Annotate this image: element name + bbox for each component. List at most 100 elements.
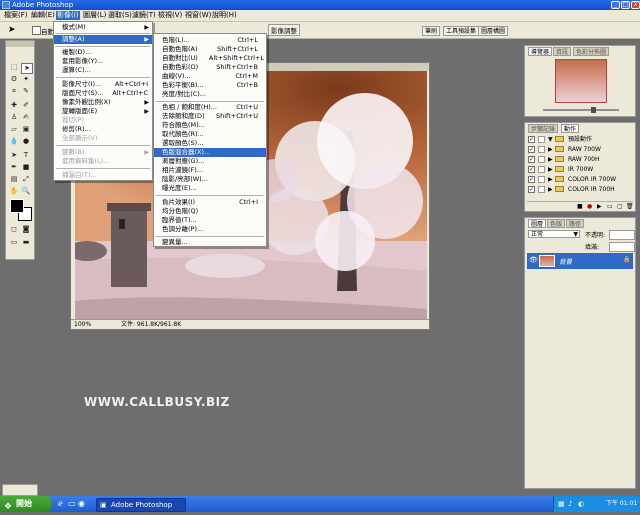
zoom-level[interactable]: 100% bbox=[74, 320, 91, 329]
menu-item-apply-data-set[interactable]: 套用資料集(L)... bbox=[54, 157, 152, 166]
menu-item-auto-contrast[interactable]: 自動對比(U) Alt+Shift+Ctrl+L bbox=[154, 54, 266, 63]
navigator-thumbnail[interactable] bbox=[555, 59, 607, 103]
action-raw-700w[interactable]: ✓ ▶ RAW 700W bbox=[528, 145, 628, 154]
menu-item-curves[interactable]: 曲線(V)... Ctrl+M bbox=[154, 72, 266, 81]
action-color-ir-700h[interactable]: ✓ ▶ COLOR IR 700H bbox=[528, 185, 628, 194]
menu-item-reveal-all[interactable]: 全部顯示(V) bbox=[54, 134, 152, 143]
quicklaunch-ie-icon[interactable]: ℯ bbox=[58, 499, 63, 508]
quicklaunch-media-icon[interactable]: ◉ bbox=[78, 499, 85, 508]
zoom-tool-icon[interactable]: 🔍 bbox=[21, 187, 31, 196]
menu-item-levels[interactable]: 色階(L)... Ctrl+L bbox=[154, 36, 266, 45]
menu-item-pixel-aspect[interactable]: 像素外觀比例(X) ▶ bbox=[54, 98, 152, 107]
marquee-tool-icon[interactable]: ⬚ bbox=[9, 63, 19, 72]
clock[interactable]: 下午 01:01 bbox=[606, 496, 637, 512]
menu-item-canvas-size[interactable]: 版面尺寸(S)... Alt+Ctrl+C bbox=[54, 89, 152, 98]
menu-item-match-color[interactable]: 符合顏色(M)... bbox=[154, 121, 266, 130]
lasso-tool-icon[interactable]: ʘ bbox=[9, 75, 19, 84]
record-icon[interactable]: ● bbox=[587, 203, 592, 210]
menu-item-exposure[interactable]: 曝光度(E)... bbox=[154, 184, 266, 193]
tray-network-icon[interactable]: ▦ bbox=[558, 496, 565, 512]
zoom-slider[interactable] bbox=[533, 107, 629, 113]
play-icon[interactable]: ▶ bbox=[597, 203, 602, 210]
screen-mode-icon[interactable]: ▭ bbox=[9, 238, 19, 247]
menu-item-color-balance[interactable]: 色彩平衡(B)... Ctrl+B bbox=[154, 81, 266, 90]
taskbar-item-photoshop[interactable]: ▣ Adobe Photoshop bbox=[96, 498, 186, 512]
menu-item-brightness-contrast[interactable]: 亮度/對比(C)... bbox=[154, 90, 266, 99]
shape-tool-icon[interactable]: ■ bbox=[21, 163, 31, 172]
menu-item-channel-mixer[interactable]: 色版混合器(X)... bbox=[154, 148, 266, 157]
stop-icon[interactable]: ■ bbox=[577, 203, 583, 210]
menu-select[interactable]: 選取(S) bbox=[107, 11, 133, 20]
menu-window[interactable]: 視窗(W) bbox=[184, 11, 212, 20]
close-button[interactable]: x bbox=[631, 1, 640, 9]
menu-item-auto-levels[interactable]: 自動色階(A) Shift+Ctrl+L bbox=[154, 45, 266, 54]
menu-item-duplicate[interactable]: 複製(D)... bbox=[54, 48, 152, 57]
action-color-ir-700w[interactable]: ✓ ▶ COLOR IR 700W bbox=[528, 175, 628, 184]
tab-info[interactable]: 資訊 bbox=[553, 47, 572, 56]
hand-tool-icon[interactable]: ✋ bbox=[9, 187, 19, 196]
auto-select-checkbox[interactable] bbox=[32, 26, 41, 35]
menu-edit[interactable]: 編輯(E) bbox=[30, 11, 56, 20]
standard-mode-icon[interactable]: ◻ bbox=[9, 225, 19, 234]
clone-stamp-tool-icon[interactable]: ♙ bbox=[9, 113, 19, 122]
pen-tool-icon[interactable]: ✒ bbox=[9, 163, 19, 172]
menu-item-trim[interactable]: 修剪(R)... bbox=[54, 125, 152, 134]
action-ir-700w[interactable]: ✓ ▶ IR 700W bbox=[528, 165, 628, 174]
notes-tool-icon[interactable]: ▤ bbox=[9, 175, 19, 184]
healing-brush-tool-icon[interactable]: ✚ bbox=[9, 101, 19, 110]
dodge-tool-icon[interactable]: ● bbox=[21, 137, 31, 146]
tab-tool-presets[interactable]: 工具預設集 bbox=[443, 26, 480, 36]
tab-navigator[interactable]: 導覽器 bbox=[528, 47, 553, 56]
menu-item-invert[interactable]: 負片效果(I) Ctrl+I bbox=[154, 198, 266, 207]
slice-tool-icon[interactable]: ✎ bbox=[21, 87, 31, 96]
menu-item-equalize[interactable]: 均分色階(Q) bbox=[154, 207, 266, 216]
move-tool-icon[interactable]: ➤ bbox=[8, 25, 16, 35]
menu-item-variations[interactable]: 變異量... bbox=[154, 238, 266, 247]
menu-layer[interactable]: 圖層(L) bbox=[82, 11, 107, 20]
tray-app-icon[interactable]: ◐ bbox=[578, 496, 584, 512]
menu-item-posterize[interactable]: 色調分離(P)... bbox=[154, 225, 266, 234]
path-selection-tool-icon[interactable]: ➤ bbox=[9, 151, 19, 160]
blend-mode-select[interactable]: 正常 ▼ bbox=[528, 230, 580, 238]
toolbox-grip[interactable] bbox=[6, 41, 34, 47]
menu-image[interactable]: 影像(I) bbox=[56, 11, 80, 20]
opacity-field[interactable] bbox=[609, 230, 635, 240]
adjust-tab-label[interactable]: 影像調整 bbox=[268, 24, 300, 36]
full-screen-mode-icon[interactable]: ▬ bbox=[21, 238, 31, 247]
maximize-button[interactable]: □ bbox=[621, 1, 630, 9]
menu-item-image-size[interactable]: 影像尺寸(I)... Alt+Ctrl+I bbox=[54, 80, 152, 89]
quick-mask-mode-icon[interactable]: ◙ bbox=[21, 225, 31, 234]
tab-channels[interactable]: 色版 bbox=[547, 219, 566, 228]
tab-histogram[interactable]: 色彩分佈圖 bbox=[573, 47, 610, 56]
blur-tool-icon[interactable]: 💧 bbox=[9, 137, 19, 146]
action-set-default[interactable]: ✓ ▼ 預設動作 bbox=[528, 135, 628, 144]
crop-tool-icon[interactable]: ⌗ bbox=[9, 87, 19, 96]
menu-item-calculations[interactable]: 運算(C)... bbox=[54, 66, 152, 75]
tab-layers[interactable]: 圖層 bbox=[528, 219, 547, 228]
menu-item-crop[interactable]: 裁切(P) bbox=[54, 116, 152, 125]
menu-item-photo-filter[interactable]: 相片濾鏡(F)... bbox=[154, 166, 266, 175]
menu-item-apply-image[interactable]: 套用影像(Y)... bbox=[54, 57, 152, 66]
visibility-eye-icon[interactable]: 👁 bbox=[529, 256, 538, 264]
menu-help[interactable]: 說明(H) bbox=[211, 11, 238, 20]
brush-tool-icon[interactable]: ✐ bbox=[21, 101, 31, 110]
delete-action-icon[interactable]: 🗑 bbox=[626, 203, 634, 210]
type-tool-icon[interactable]: T bbox=[21, 151, 31, 160]
menu-item-trap[interactable]: 補漏白(T)... bbox=[54, 171, 152, 180]
menu-item-replace-color[interactable]: 取代顏色(R)... bbox=[154, 130, 266, 139]
start-button[interactable]: ❖ 開始 bbox=[0, 496, 52, 512]
menu-item-shadow-highlight[interactable]: 陰影/亮部(W)... bbox=[154, 175, 266, 184]
quicklaunch-desktop-icon[interactable]: ▭ bbox=[68, 499, 76, 508]
menu-item-gradient-map[interactable]: 漸層對應(G)... bbox=[154, 157, 266, 166]
gradient-tool-icon[interactable]: ▣ bbox=[21, 125, 31, 134]
minimize-button[interactable]: _ bbox=[611, 1, 620, 9]
menu-item-mode[interactable]: 模式(M) ▶ bbox=[54, 23, 152, 32]
history-brush-tool-icon[interactable]: ✍ bbox=[21, 113, 31, 122]
menu-item-hue-saturation[interactable]: 色相 / 飽和度(H)... Ctrl+U bbox=[154, 103, 266, 112]
tray-volume-icon[interactable]: ♪ bbox=[568, 496, 572, 512]
menu-item-desaturate[interactable]: 去除飽和度(D) Shift+Ctrl+U bbox=[154, 112, 266, 121]
menu-filter[interactable]: 濾鏡(T) bbox=[131, 11, 157, 20]
new-action-icon[interactable]: ▢ bbox=[617, 203, 623, 210]
new-set-icon[interactable]: ▭ bbox=[607, 203, 613, 210]
menu-file[interactable]: 檔案(F) bbox=[3, 11, 29, 20]
